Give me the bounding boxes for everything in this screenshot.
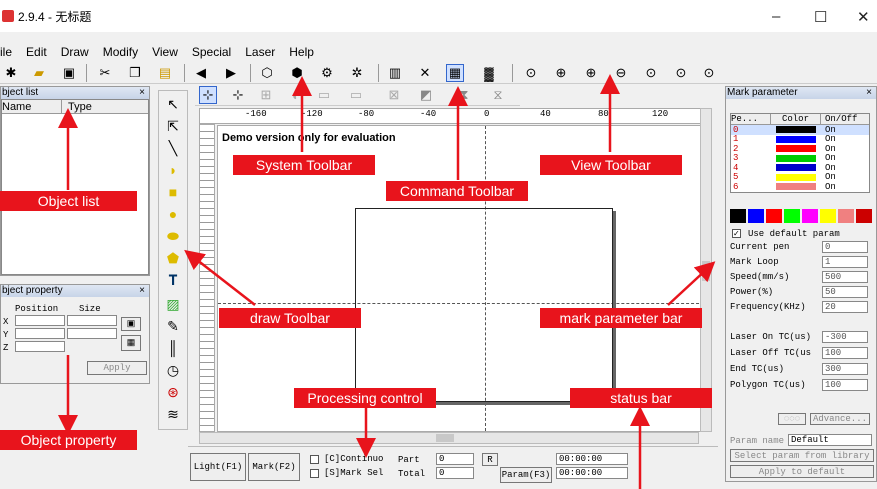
callout-status-bar: status bar <box>570 388 712 408</box>
callout-command-toolbar: Command Toolbar <box>386 181 528 201</box>
callout-draw-toolbar: draw Toolbar <box>219 308 361 328</box>
annotation-arrows <box>58 74 716 489</box>
callout-view-toolbar: View Toolbar <box>540 155 682 175</box>
callout-object-list: Object list <box>0 191 137 211</box>
callout-mark-parameter-bar: mark parameter bar <box>540 308 702 328</box>
callout-object-property: Object property <box>0 430 137 450</box>
callout-system-toolbar: System Toolbar <box>233 155 375 175</box>
callout-processing-control: Processing control <box>294 388 436 408</box>
